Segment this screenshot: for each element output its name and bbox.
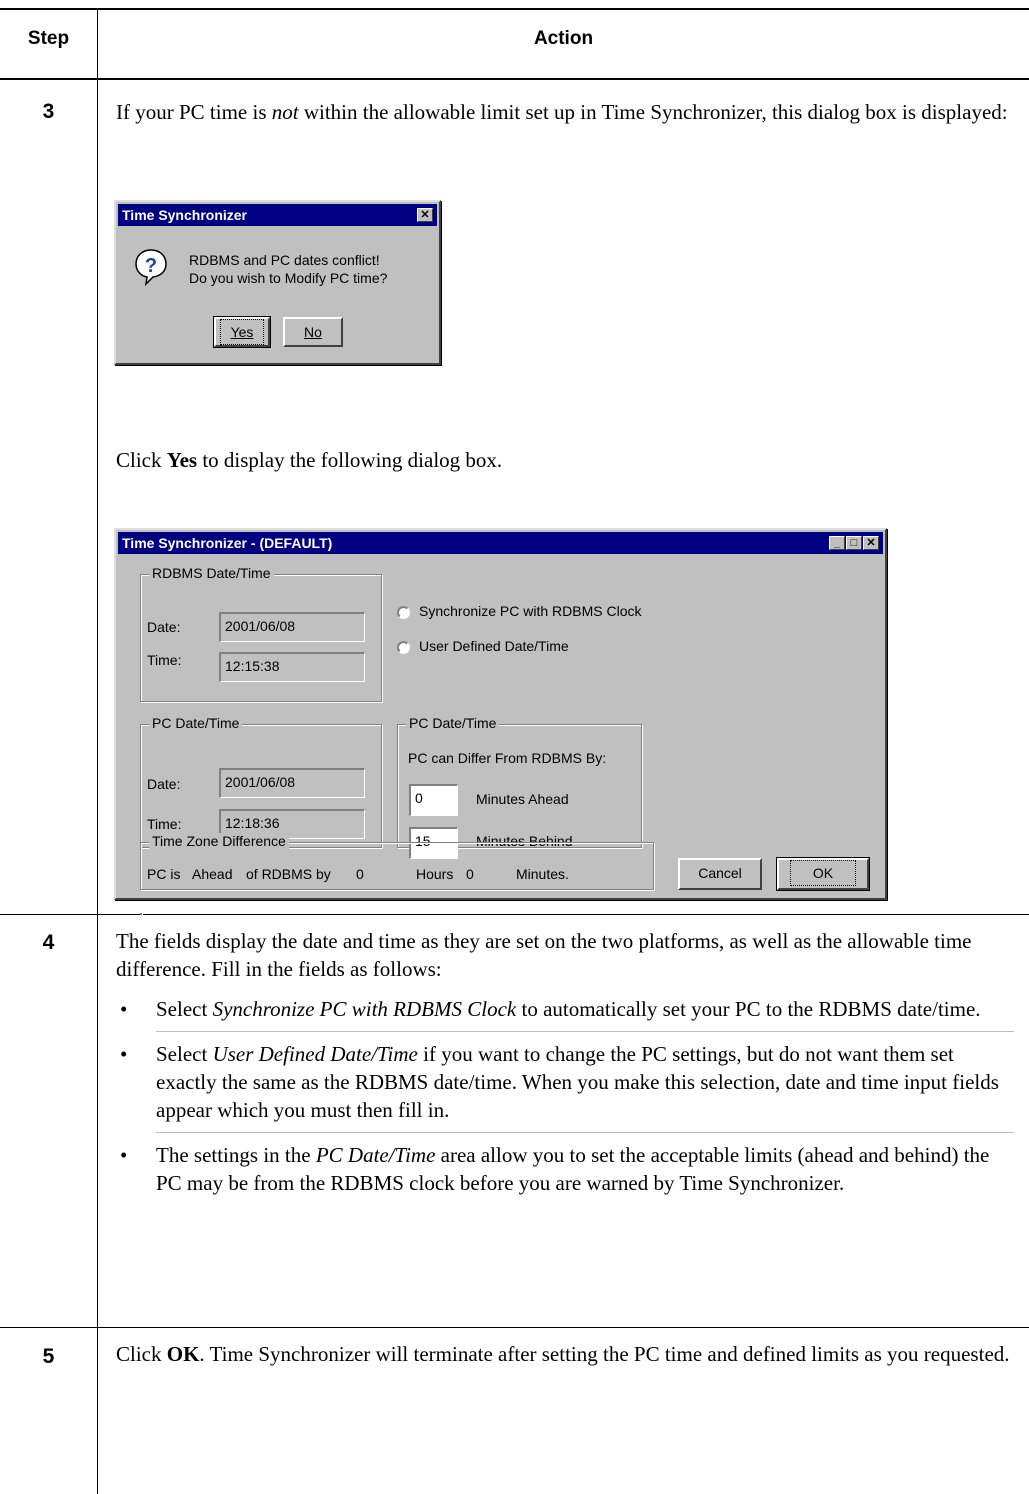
bullet-separator <box>116 1031 1014 1032</box>
step4-intro: The fields display the date and time as … <box>116 929 972 981</box>
step-number: 5 <box>42 1345 55 1368</box>
step5-text: Click OK. Time Synchronizer will termina… <box>116 1342 1010 1366</box>
row3-bottom-rule <box>0 914 1029 915</box>
close-icon[interactable]: ✕ <box>417 208 433 222</box>
confirm-dialog-titlebar: Time Synchronizer ✕ <box>118 204 437 226</box>
step4-bullets: • Select Synchronize PC with RDBMS Clock … <box>116 995 1014 1197</box>
tz-and-buttons <box>114 528 887 900</box>
column-divider <box>97 8 98 1494</box>
bullet-separator <box>116 1132 1014 1133</box>
header-action: Action <box>533 28 594 49</box>
list-item: • The settings in the PC Date/Time area a… <box>120 1143 990 1195</box>
step-number: 3 <box>42 100 55 123</box>
header-step: Step <box>27 28 70 49</box>
svg-text:?: ? <box>145 255 157 277</box>
list-item: • Select Synchronize PC with RDBMS Clock … <box>120 997 981 1021</box>
step3-intro: If your PC time is not within the allowa… <box>116 100 1008 124</box>
yes-button-label: Yes <box>230 324 254 340</box>
confirm-message-line1: RDBMS and PC dates conflict! <box>189 252 380 268</box>
row4-bottom-rule <box>0 1327 1029 1328</box>
yes-button[interactable]: Yes <box>213 316 271 348</box>
no-button[interactable]: No <box>283 317 343 347</box>
confirm-dialog-title: Time Synchronizer <box>122 207 248 223</box>
question-icon: ? <box>134 248 168 287</box>
header-bottom-rule <box>0 78 1029 80</box>
list-item: • Select User Defined Date/Time if you wa… <box>120 1042 999 1122</box>
no-button-label: No <box>304 324 322 340</box>
step3-click-yes: Click Yes to display the following dialo… <box>116 448 503 472</box>
time-zone-group <box>140 913 142 915</box>
confirm-message-line2: Do you wish to Modify PC time? <box>189 270 388 286</box>
confirm-dialog: Time Synchronizer ✕ ? RDBMS and PC dates… <box>114 200 441 365</box>
step-number: 4 <box>42 931 55 954</box>
